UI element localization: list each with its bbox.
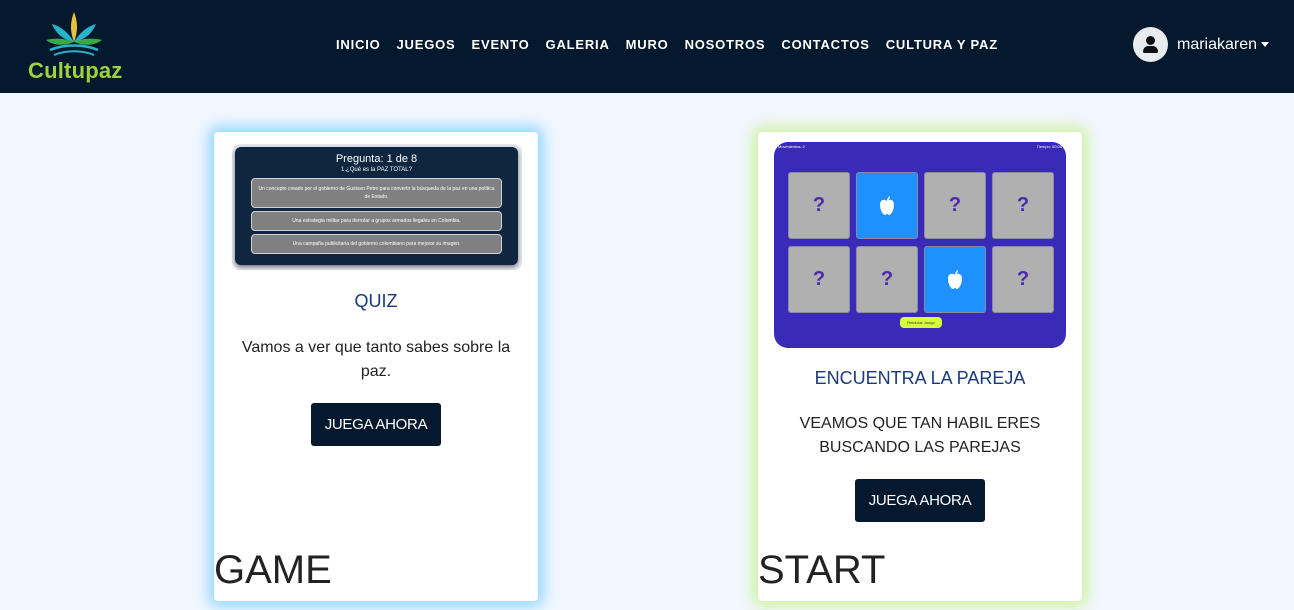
caret-down-icon xyxy=(1261,42,1270,47)
quiz-card: Pregunta: 1 de 8 1.¿Qué es la PAZ TOTAL?… xyxy=(214,132,538,601)
pairs-play-button[interactable]: JUEGA AHORA xyxy=(855,479,985,522)
memory-thumbnail: Movimientos: 2 Tiempo: 00:05 ? ? ? ? ? ?… xyxy=(774,142,1066,348)
username: mariakaren xyxy=(1177,35,1258,53)
memory-tile: ? xyxy=(856,246,918,313)
quiz-footer-text: GAME xyxy=(214,548,332,592)
user-avatar-icon xyxy=(1133,27,1168,62)
apple-icon xyxy=(880,195,894,215)
apple-icon xyxy=(948,269,962,289)
quiz-description: Vamos a ver que tanto sabes sobre la paz… xyxy=(241,339,511,380)
quiz-thumb-option: Una campaña publicitaria del gobierno co… xyxy=(251,234,502,254)
quiz-thumb-option: Una estrategia militar para derrotar a g… xyxy=(251,211,502,231)
memory-tile: ? xyxy=(788,246,850,313)
memory-tile: ? xyxy=(992,172,1054,239)
pairs-title: ENCUENTRA LA PAREJA xyxy=(814,368,1026,388)
nav-nosotros[interactable]: NOSOTROS xyxy=(685,37,766,52)
quiz-thumbnail: Pregunta: 1 de 8 1.¿Qué es la PAZ TOTAL?… xyxy=(232,144,522,270)
memory-tile: ? xyxy=(924,172,986,239)
pairs-description: VEAMOS QUE TAN HABIL ERES BUSCANDO LAS P… xyxy=(799,415,1041,456)
brand-name: Cultupaz xyxy=(28,58,123,83)
memory-moves: Movimientos: 2 xyxy=(778,144,805,149)
nav-galeria[interactable]: GALERIA xyxy=(546,37,610,52)
quiz-title: QUIZ xyxy=(354,291,398,311)
nav-evento[interactable]: EVENTO xyxy=(472,37,530,52)
memory-tile: ? xyxy=(788,172,850,239)
top-navbar: Cultupaz INICIO JUEGOS EVENTO GALERIA MU… xyxy=(0,0,1294,93)
nav-inicio[interactable]: INICIO xyxy=(336,37,381,52)
memory-tile-open xyxy=(924,246,986,313)
memory-time: Tiempo: 00:05 xyxy=(1036,144,1062,149)
user-menu[interactable]: mariakaren xyxy=(1133,27,1270,62)
pairs-footer-text: START xyxy=(758,548,886,592)
memory-reset-button: Reiniciar Juego xyxy=(900,317,942,328)
brand-logo[interactable]: Cultupaz xyxy=(26,8,126,86)
quiz-thumb-header: Pregunta: 1 de 8 xyxy=(335,153,418,165)
memory-tile-open xyxy=(856,172,918,239)
main-nav: INICIO JUEGOS EVENTO GALERIA MURO NOSOTR… xyxy=(336,37,1014,52)
nav-contactos[interactable]: CONTACTOS xyxy=(781,37,869,52)
nav-muro[interactable]: MURO xyxy=(626,37,669,52)
quiz-play-button[interactable]: JUEGA AHORA xyxy=(311,403,441,446)
memory-tile: ? xyxy=(992,246,1054,313)
nav-juegos[interactable]: JUEGOS xyxy=(397,37,456,52)
nav-cultura-y-paz[interactable]: CULTURA Y PAZ xyxy=(886,37,998,52)
pairs-card: Movimientos: 2 Tiempo: 00:05 ? ? ? ? ? ?… xyxy=(758,132,1082,601)
quiz-thumb-question: 1.¿Qué es la PAZ TOTAL? xyxy=(341,167,412,173)
lotus-logo-icon xyxy=(46,12,102,56)
quiz-thumb-option: Un concepto creado por el gobierno de Gu… xyxy=(251,178,502,208)
